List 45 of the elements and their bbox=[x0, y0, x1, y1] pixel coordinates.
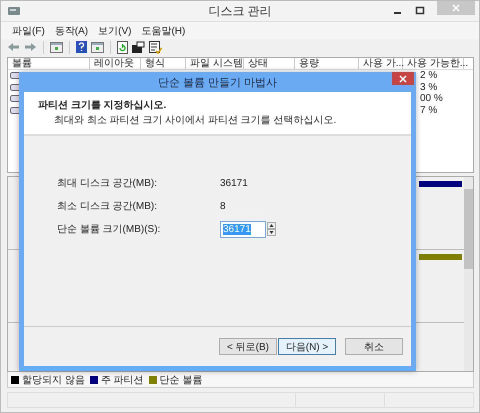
table-cell-text: 00 % bbox=[420, 93, 444, 104]
down-arrow-icon[interactable] bbox=[267, 229, 276, 236]
wizard-heading: 파티션 크기를 지정하십시오. bbox=[38, 99, 168, 112]
close-button[interactable] bbox=[392, 72, 414, 85]
field-label: 단순 볼륨 크기(MB)(S): bbox=[57, 223, 162, 236]
table-cell-text: 7 % bbox=[420, 104, 438, 116]
disk-management-icon bbox=[7, 5, 21, 17]
column-header[interactable]: 사용 가... bbox=[359, 58, 403, 69]
window-title: 디스크 관리 bbox=[207, 2, 273, 20]
legend-label: 할당되지 않음 bbox=[22, 374, 85, 386]
maximize-icon[interactable] bbox=[415, 6, 425, 16]
legend-label: 주 파티션 bbox=[100, 374, 144, 386]
help-icon[interactable] bbox=[76, 41, 87, 53]
column-header[interactable]: 볼륨 bbox=[8, 58, 90, 69]
back-arrow-icon[interactable] bbox=[7, 42, 20, 52]
checklist-icon[interactable] bbox=[149, 40, 162, 54]
up-arrow-icon[interactable] bbox=[267, 222, 276, 229]
column-header[interactable]: 상태 bbox=[244, 58, 295, 69]
field-value: 8 bbox=[220, 200, 226, 212]
legend-label: 단순 볼륨 bbox=[160, 374, 202, 386]
refresh-icon[interactable] bbox=[117, 40, 128, 54]
column-header[interactable]: 레이아웃 bbox=[90, 58, 141, 69]
wizard-button[interactable]: 다음(N) > bbox=[278, 338, 336, 355]
close-icon bbox=[399, 74, 407, 82]
column-header[interactable]: 파일 시스템 bbox=[186, 58, 244, 69]
menu-item[interactable]: 보기(V) bbox=[98, 24, 132, 38]
field-value: 36171 bbox=[220, 178, 248, 188]
table-cell-text: 3 % bbox=[420, 82, 438, 93]
panel-icon[interactable] bbox=[50, 42, 63, 52]
field-label: 최소 디스크 공간(MB): bbox=[57, 200, 158, 213]
wizard-button[interactable]: 취소 bbox=[345, 338, 403, 355]
field-label: 최대 디스크 공간(MB): bbox=[57, 177, 158, 190]
menu-item[interactable]: 동작(A) bbox=[54, 24, 88, 38]
column-header[interactable]: 형식 bbox=[141, 58, 186, 69]
wizard-button[interactable]: < 뒤로(B) bbox=[219, 338, 277, 355]
panel-icon[interactable] bbox=[91, 42, 104, 52]
table-cell-text: 2 % bbox=[420, 70, 438, 82]
dialog-title: 단순 볼륨 만들기 마법사 bbox=[158, 76, 278, 90]
menu-item[interactable]: 파일(F) bbox=[12, 24, 45, 38]
menu-item[interactable]: 도움말(H) bbox=[141, 24, 186, 38]
column-header[interactable]: 용량 bbox=[295, 58, 359, 69]
wizard-subheading: 최대와 최소 파티션 크기 사이에서 파티션 크기를 선택하십시오. bbox=[54, 114, 338, 127]
forward-arrow-icon[interactable] bbox=[24, 42, 37, 52]
scrollbar[interactable] bbox=[464, 177, 473, 371]
close-icon bbox=[452, 4, 460, 12]
